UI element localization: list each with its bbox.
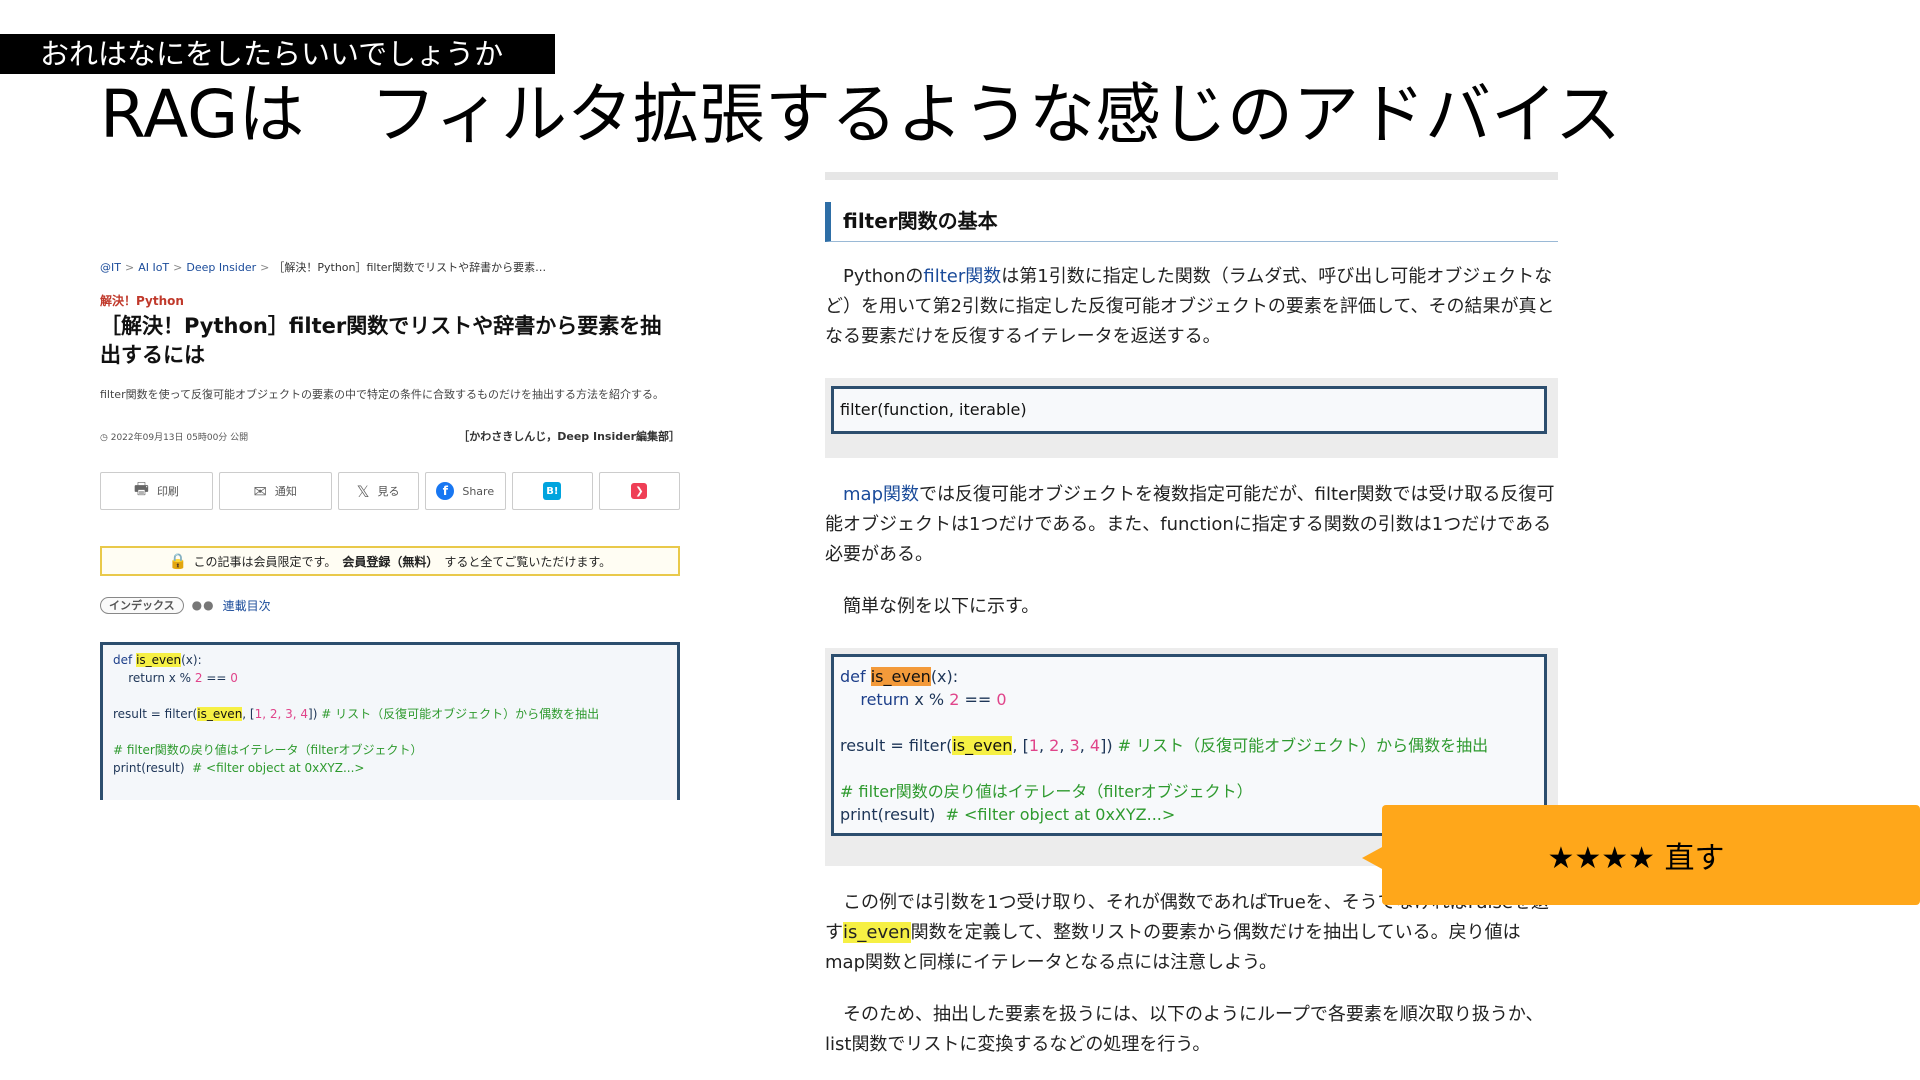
code-token: is_even <box>952 736 1013 755</box>
fix-callout: ★★★★ 直す <box>1382 805 1920 905</box>
pocket-icon: ❯ <box>631 483 648 499</box>
facebook-share-button[interactable]: f Share <box>424 472 506 510</box>
article-author: ［かわさきしんじ，Deep Insider編集部］ <box>458 430 680 443</box>
paragraph-text: では反復可能オブジェクトを複数指定可能だが、filter関数では受け取る反復可能… <box>825 484 1555 565</box>
notify-label: 通知 <box>274 485 297 498</box>
code-token: print(result) <box>840 805 936 824</box>
code-token: 1 <box>1028 736 1039 755</box>
code-block-small: def is_even(x): return x % 2 == 0 result… <box>100 642 680 800</box>
notify-button[interactable]: ✉ 通知 <box>218 472 332 510</box>
article-date: ◷ 2022年09月13日 05時00分 公開 <box>100 430 248 443</box>
breadcrumb-item[interactable]: AI IoT <box>138 261 169 274</box>
print-button[interactable]: 🖶 印刷 <box>100 472 213 510</box>
code-token: 2 <box>949 690 960 709</box>
breadcrumb-item[interactable]: Deep Insider <box>186 261 256 274</box>
code-comment: # <filter object at 0xXYZ...> <box>935 805 1176 824</box>
code-token: == <box>959 690 997 709</box>
code-token: 1, 2, 3, 4 <box>254 707 309 721</box>
code-token: 4 <box>1089 736 1101 755</box>
printer-icon: 🖶 <box>133 478 149 498</box>
filter-function-link[interactable]: filter関数 <box>923 266 1001 287</box>
index-toggle[interactable]: インデックス <box>100 596 184 614</box>
code-comment: # <filter object at 0xXYZ...> <box>184 761 365 775</box>
code-comment: # filter関数の戻り値はイテレータ（filterオブジェクト） <box>113 743 423 757</box>
code-token: def <box>840 667 866 686</box>
lock-icon: 🔒 <box>168 552 188 570</box>
paragraph-text: 関数を定義して、整数リストの要素から偶数だけを抽出している。戻り値はmap関数と… <box>825 922 1521 973</box>
map-function-link[interactable]: map関数 <box>843 484 919 505</box>
code-token: def <box>113 653 133 667</box>
clock-icon: ◷ <box>100 433 111 443</box>
section-heading: filter関数の基本 <box>825 202 1558 242</box>
pocket-button[interactable]: ❯ <box>598 472 681 510</box>
code-token: is_even <box>136 653 182 667</box>
code-token: is_even <box>870 667 931 686</box>
code-token: is_even <box>197 707 243 721</box>
paragraph-text: Pythonの <box>825 266 924 287</box>
breadcrumb: @IT > AI IoT > Deep Insider > ［解決！Python］filte… <box>100 261 547 274</box>
article-title: ［解決！Python］filter関数でリストや辞書から要素を抽出するには <box>100 314 662 367</box>
code-token: (x): <box>930 667 959 686</box>
x-logo-icon: 𝕏 <box>356 481 370 501</box>
paragraph-text <box>825 484 843 505</box>
article-category[interactable]: 解決！Python <box>100 292 184 309</box>
code-token: x % <box>909 690 950 709</box>
code-token: print(result) <box>113 761 185 775</box>
share-label: Share <box>462 484 495 498</box>
code-token: result = filter( <box>113 707 198 721</box>
code-token: (x): <box>181 653 202 667</box>
syntax-code: filter(function, iterable) <box>831 386 1547 434</box>
syntax-box: filter(function, iterable) <box>825 378 1558 458</box>
facebook-icon: f <box>436 482 455 500</box>
paragraph-3: 簡単な例を以下に示す。 <box>825 596 1040 617</box>
notice-text-post: すると全てご覧いただけます。 <box>444 554 612 569</box>
code-comment: # リスト（反復可能オブジェクト）から偶数を抽出 <box>317 707 600 721</box>
mail-icon: ✉ <box>253 481 267 501</box>
paragraph-5: そのため、抽出した要素を扱うには、以下のようにループで各要素を順次取り扱うか、l… <box>825 1004 1544 1055</box>
code-token: return x % <box>113 671 195 685</box>
paragraph-2: map関数では反復可能オブジェクトを複数指定可能だが、filter関数では受け取… <box>825 480 1558 570</box>
callout-pointer <box>1362 846 1384 870</box>
notice-text-pre: この記事は会員限定です。 <box>193 554 337 569</box>
paragraph-1: Pythonのfilter関数は第1引数に指定した関数（ラムダ式、呼び出し可能オ… <box>825 262 1558 352</box>
slide-title: RAGは フィルタ拡張するような感じのアドバイス <box>100 76 1622 153</box>
hatena-icon: B! <box>543 482 562 500</box>
code-token: 2 <box>1049 736 1060 755</box>
view-label: 見る <box>377 485 400 498</box>
code-token: result = filter( <box>840 736 953 755</box>
index-row: インデックス ●● 連載目次 <box>100 595 271 615</box>
hatena-bookmark-button[interactable]: B! <box>511 472 593 510</box>
code-comment: # filter関数の戻り値はイテレータ（filterオブジェクト） <box>840 782 1253 801</box>
x-share-button[interactable]: 𝕏 見る <box>337 472 419 510</box>
breadcrumb-current: ［解決！Python］filter関数でリストや辞書から要素… <box>273 261 547 274</box>
register-link[interactable]: 会員登録（無料） <box>342 553 438 570</box>
article-date-text: 2022年09月13日 05時00分 公開 <box>110 433 249 443</box>
breadcrumb-item[interactable]: @IT <box>100 261 121 274</box>
is-even-highlight: is_even <box>843 922 911 943</box>
code-token: 2 <box>194 671 203 685</box>
code-token: , [ <box>242 707 255 721</box>
code-token: == <box>202 671 231 685</box>
slide-tag: おれはなにをしたらいいでしょうか <box>0 34 555 74</box>
series-index-link[interactable]: 連載目次 <box>223 597 271 614</box>
code-token: 0 <box>230 671 238 685</box>
print-label: 印刷 <box>156 485 179 498</box>
section-top-rule <box>825 172 1558 180</box>
code-token: ]) <box>1100 736 1113 755</box>
code-token: , [ <box>1012 736 1029 755</box>
article-lead: filter関数を使って反復可能オブジェクトの要素の中で特定の条件に合致するもの… <box>100 388 665 401</box>
code-comment: # リスト（反復可能オブジェクト）から偶数を抽出 <box>1112 736 1489 755</box>
code-token: 0 <box>996 690 1007 709</box>
members-only-notice: 🔒 この記事は会員限定です。 会員登録（無料） すると全てご覧いただけます。 <box>100 546 680 576</box>
index-dots-icon: ●● <box>191 598 215 612</box>
code-token: return <box>840 690 910 709</box>
share-toolbar: 🖶 印刷 ✉ 通知 𝕏 見る f Share B! ❯ <box>100 472 681 512</box>
code-token: 3 <box>1069 736 1080 755</box>
